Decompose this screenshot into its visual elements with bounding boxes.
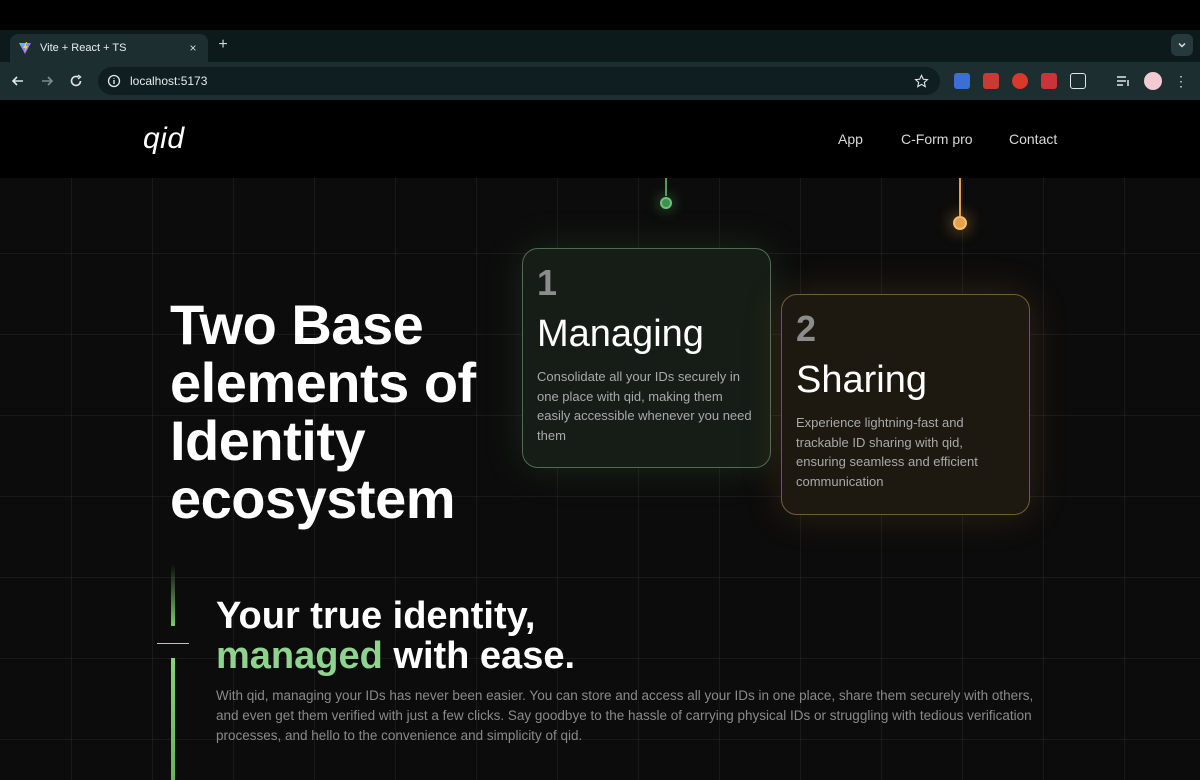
browser-tab[interactable]: Vite + React + TS × (10, 34, 208, 62)
puzzle-extensions-icon[interactable] (1070, 73, 1086, 89)
card-number: 2 (796, 308, 817, 349)
bookmark-star-icon[interactable] (912, 72, 930, 90)
orange-connector-line (959, 178, 961, 216)
tab-close-icon[interactable]: × (186, 41, 200, 55)
orange-connector-dot (953, 216, 967, 230)
vite-favicon (19, 42, 31, 54)
site-navbar: qid App C-Form pro Contact (0, 100, 1200, 178)
hero-headline: Two Base elements of Identity ecosystem (170, 293, 476, 530)
tab-list-chevron-icon[interactable] (1171, 34, 1193, 56)
feature-card-sharing[interactable]: 2 Sharing Experience lightning-fast and … (781, 294, 1030, 515)
url-text[interactable]: localhost:5173 (130, 74, 912, 88)
hero-section: Two Base elements of Identity ecosystem … (0, 178, 1200, 780)
extension-icon[interactable] (954, 73, 970, 89)
timeline-divider (157, 643, 189, 644)
site-logo[interactable]: qid (143, 122, 185, 156)
feature-card-managing[interactable]: 1 Managing Consolidate all your IDs secu… (522, 248, 771, 468)
nav-link-cform-pro[interactable]: C-Form pro (901, 131, 973, 147)
green-connector-line (665, 178, 667, 196)
forward-arrow-icon[interactable] (37, 71, 57, 91)
tab-title: Vite + React + TS (40, 42, 127, 54)
card-description: Consolidate all your IDs securely in one… (537, 369, 752, 443)
card-title: Sharing (796, 359, 927, 401)
address-bar[interactable]: localhost:5173 (98, 67, 940, 95)
intro-headline-line2: with ease. (382, 635, 576, 677)
page-content: qid App C-Form pro Contact Two Base elem… (0, 100, 1200, 780)
window-top-strip (0, 0, 1200, 30)
intro-paragraph: With qid, managing your IDs has never be… (216, 688, 1034, 743)
reading-list-icon[interactable] (1115, 73, 1131, 89)
extension-icon[interactable] (1012, 73, 1028, 89)
intro-headline-line1: Your true identity, (216, 595, 536, 637)
more-menu-icon[interactable]: ⋮ (1174, 72, 1188, 90)
intro-accent-word: managed (216, 635, 383, 677)
extension-icon[interactable] (1041, 73, 1057, 89)
site-info-icon[interactable] (106, 73, 122, 89)
card-number: 1 (537, 262, 558, 303)
reload-icon[interactable] (66, 71, 86, 91)
tab-bar: Vite + React + TS × + (0, 30, 1200, 62)
nav-link-contact[interactable]: Contact (1009, 131, 1057, 147)
browser-toolbar: localhost:5173 ⋮ (0, 62, 1200, 100)
back-arrow-icon[interactable] (8, 71, 28, 91)
profile-avatar[interactable] (1144, 72, 1162, 90)
timeline-bar-bottom (171, 658, 175, 780)
green-connector-dot (660, 197, 672, 209)
new-tab-button[interactable]: + (214, 36, 232, 54)
card-description: Experience lightning-fast and trackable … (796, 415, 978, 489)
timeline-bar-top (171, 564, 175, 626)
extension-icon[interactable] (983, 73, 999, 89)
nav-link-app[interactable]: App (838, 131, 863, 147)
card-title: Managing (537, 313, 704, 355)
intro-headline: Your true identity, managed with ease. (216, 596, 575, 676)
